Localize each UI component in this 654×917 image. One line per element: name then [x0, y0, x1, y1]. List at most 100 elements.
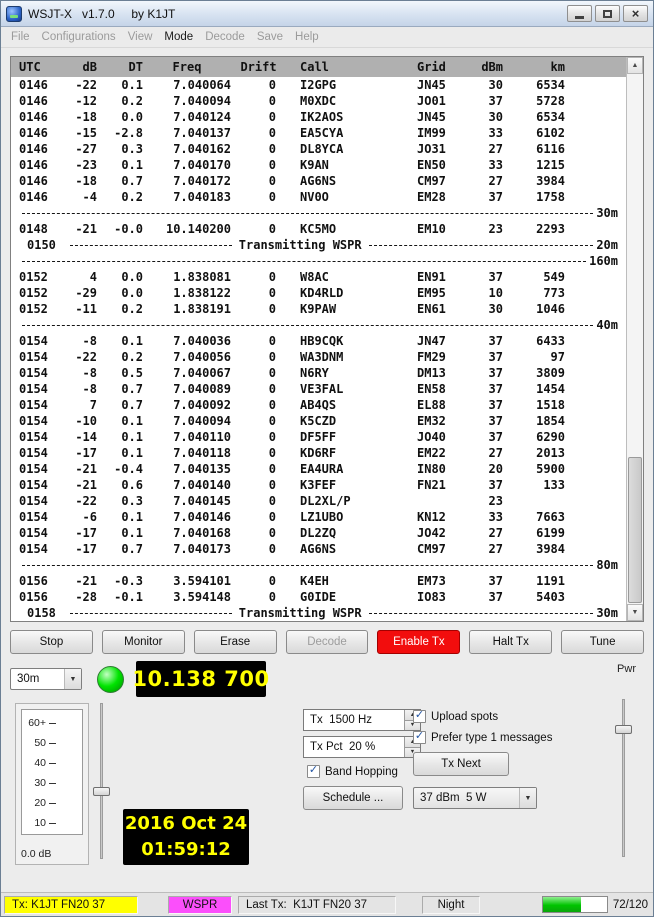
progress-label: 72/120	[613, 899, 648, 911]
cell-call: WA3DNM	[286, 350, 411, 364]
cell-db: -14	[59, 430, 97, 444]
close-icon: ×	[632, 7, 640, 20]
cell-drift: 0	[231, 398, 286, 412]
cell-grid: DM13	[411, 366, 469, 380]
minimize-button[interactable]	[567, 5, 592, 22]
band-hopping-checkbox[interactable]: ✓ Band Hopping	[307, 765, 421, 778]
cell-km: 97	[503, 350, 565, 364]
decode-button[interactable]: Decode	[286, 630, 369, 654]
scroll-up-button[interactable]: ▲	[627, 57, 643, 74]
check-icon: ✓	[309, 765, 318, 776]
table-scrollbar[interactable]: ▲ ▼	[626, 57, 643, 621]
tune-button[interactable]: Tune	[561, 630, 644, 654]
separator-dashes	[22, 325, 593, 326]
tx-next-button[interactable]: Tx Next	[413, 752, 509, 776]
meter-scale-label: 30	[22, 777, 46, 789]
column-header-drift: Drift	[231, 60, 286, 74]
cell-freq: 1.838191	[143, 302, 231, 316]
band-hopping-label: Band Hopping	[325, 766, 398, 778]
power-selector-value: 37 dBm 5 W	[414, 792, 519, 804]
cell-db: -18	[59, 110, 97, 124]
cell-call: DF5FF	[286, 430, 411, 444]
cell-dt: 0.3	[97, 142, 143, 156]
cell-db: 4	[59, 270, 97, 284]
menu-save[interactable]: Save	[251, 29, 289, 45]
decode-row: 015470.77.0400920AB4QSEL88371518	[11, 397, 626, 413]
upload-spots-checkbox[interactable]: ✓ Upload spots	[413, 710, 583, 723]
cell-db: -11	[59, 302, 97, 316]
decode-row: 0154-21-0.47.0401350EA4URAIN80205900	[11, 461, 626, 477]
decode-row: 0154-210.67.0401400K3FEFFN2137133	[11, 477, 626, 493]
pwr-label: Pwr	[617, 663, 636, 675]
scroll-down-button[interactable]: ▼	[627, 604, 643, 621]
band-separator-row: 40m	[11, 317, 626, 333]
column-header-freq: Freq	[143, 60, 231, 74]
cell-km: 773	[503, 286, 565, 300]
cell-utc: 0152	[11, 270, 59, 284]
enable-tx-button[interactable]: Enable Tx	[377, 630, 460, 654]
monitor-button[interactable]: Monitor	[102, 630, 185, 654]
meter-scale-label: 40	[22, 757, 46, 769]
cell-call: K5CZD	[286, 414, 411, 428]
cell-km: 7663	[503, 510, 565, 524]
menu-configurations[interactable]: Configurations	[36, 29, 122, 45]
cell-freq: 7.040056	[143, 350, 231, 364]
menu-view[interactable]: View	[122, 29, 159, 45]
menu-file[interactable]: File	[5, 29, 36, 45]
cell-db: -8	[59, 334, 97, 348]
power-selector[interactable]: 37 dBm 5 W ▼	[413, 787, 537, 809]
menu-decode[interactable]: Decode	[199, 29, 251, 45]
cell-drift: 0	[231, 590, 286, 604]
erase-button[interactable]: Erase	[194, 630, 277, 654]
utc-clock-display: 2016 Oct 24 01:59:12	[123, 809, 249, 865]
band-selector[interactable]: 30m ▼	[10, 668, 82, 690]
signal-meter: 60+5040302010 0.0 dB	[15, 703, 89, 865]
cell-km: 133	[503, 478, 565, 492]
cell-grid: EN58	[411, 382, 469, 396]
window-titlebar[interactable]: WSJT-X v1.7.0 by K1JT ×	[1, 1, 653, 27]
cell-dbm: 27	[469, 542, 503, 556]
halt-tx-button[interactable]: Halt Tx	[469, 630, 552, 654]
stop-button[interactable]: Stop	[10, 630, 93, 654]
meter-scale-label: 50	[22, 737, 46, 749]
cell-db: -21	[59, 574, 97, 588]
slider-groove[interactable]	[100, 703, 103, 859]
slider-handle[interactable]	[93, 787, 110, 796]
cell-km: 1454	[503, 382, 565, 396]
prefer-type1-checkbox[interactable]: ✓ Prefer type 1 messages	[413, 731, 583, 744]
pwr-slider[interactable]	[615, 699, 633, 857]
rx-gain-slider[interactable]	[93, 703, 111, 859]
scrollbar-thumb[interactable]	[628, 457, 642, 603]
cell-drift: 0	[231, 574, 286, 588]
meter-scale-label: 60+	[22, 717, 46, 729]
slider-handle[interactable]	[615, 725, 632, 734]
tx-freq-spinner[interactable]: Tx 1500 Hz ▲ ▼	[303, 709, 421, 731]
cell-freq: 7.040146	[143, 510, 231, 524]
tx-pct-spinner[interactable]: Tx Pct 20 % ▲ ▼	[303, 736, 421, 758]
schedule-button[interactable]: Schedule ...	[303, 786, 403, 810]
cell-dbm: 23	[469, 494, 503, 508]
cell-dt: 0.1	[97, 158, 143, 172]
cell-utc: 0154	[11, 462, 59, 476]
check-icon: ✓	[415, 710, 424, 721]
slider-groove[interactable]	[622, 699, 625, 857]
cell-freq: 7.040140	[143, 478, 231, 492]
cell-dt: 0.5	[97, 366, 143, 380]
cell-grid: FM29	[411, 350, 469, 364]
menu-help[interactable]: Help	[289, 29, 325, 45]
cell-grid: FN21	[411, 478, 469, 492]
column-header-call: Call	[286, 60, 411, 74]
cell-db: -22	[59, 350, 97, 364]
maximize-button[interactable]	[595, 5, 620, 22]
cell-drift: 0	[231, 542, 286, 556]
cell-utc: 0156	[11, 590, 59, 604]
close-button[interactable]: ×	[623, 5, 648, 22]
cell-freq: 7.040145	[143, 494, 231, 508]
cell-freq: 7.040172	[143, 174, 231, 188]
column-header-utc: UTC	[11, 60, 59, 74]
cell-call: KC5MO	[286, 222, 411, 236]
menu-mode[interactable]: Mode	[158, 29, 199, 45]
cell-grid: JO31	[411, 142, 469, 156]
cell-freq: 7.040094	[143, 414, 231, 428]
cell-utc: 0154	[11, 526, 59, 540]
